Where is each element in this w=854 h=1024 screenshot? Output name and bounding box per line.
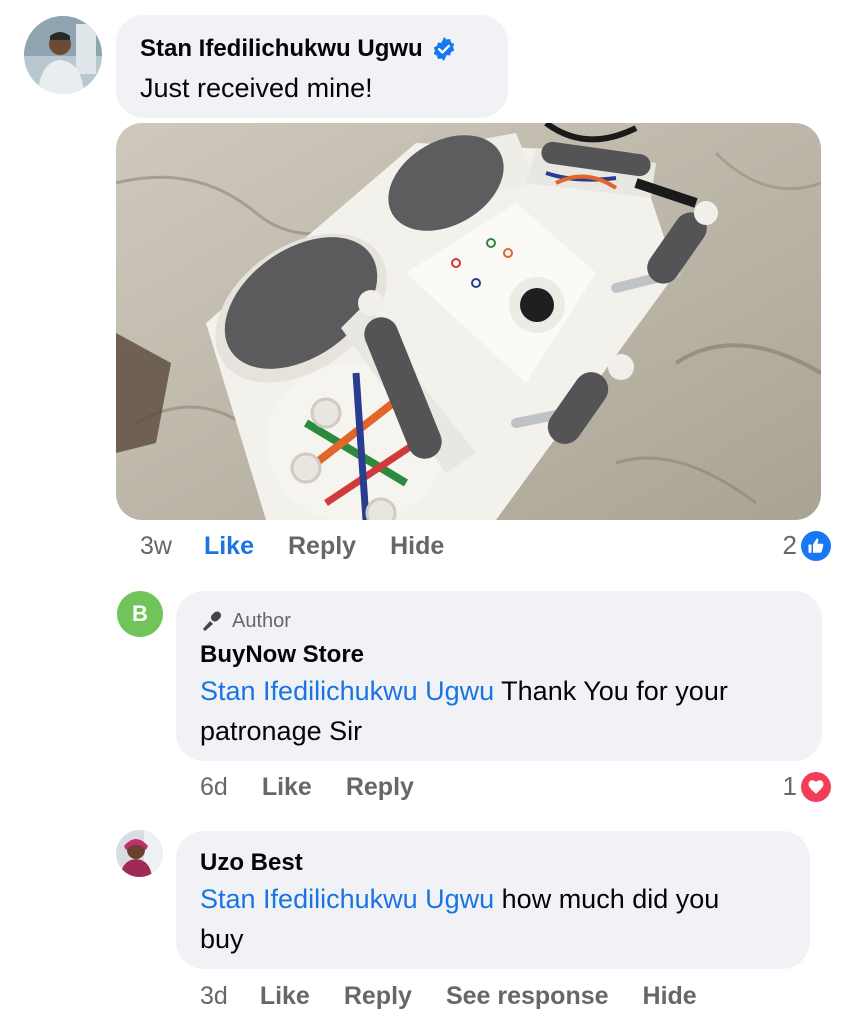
reply-text-line1: Thank You for your	[494, 676, 728, 706]
like-button[interactable]: Like	[204, 532, 254, 561]
reply-bubble: Author BuyNow Store Stan Ifedilichukwu U…	[176, 591, 822, 761]
reply-button[interactable]: Reply	[346, 773, 414, 802]
reaction-count[interactable]: 2	[783, 530, 831, 561]
reply-button[interactable]: Reply	[344, 982, 412, 1011]
reply-text-line2: patronage Sir	[200, 716, 363, 746]
love-reaction-icon	[801, 771, 831, 802]
reply-text-line2: buy	[200, 924, 244, 954]
reply-bubble: Uzo Best Stan Ifedilichukwu Ugwu how muc…	[176, 831, 810, 969]
reaction-count-value: 2	[782, 530, 797, 560]
mention-link[interactable]: Stan Ifedilichukwu Ugwu	[200, 676, 494, 706]
reply-author[interactable]: Uzo Best	[200, 849, 303, 877]
verified-badge-icon	[431, 36, 457, 62]
reply-author[interactable]: BuyNow Store	[200, 641, 364, 669]
comment-actions: 3w Like Reply Hide	[140, 530, 444, 562]
reply-button[interactable]: Reply	[288, 532, 356, 561]
mention-link[interactable]: Stan Ifedilichukwu Ugwu	[200, 884, 494, 914]
reaction-count-value: 1	[782, 771, 797, 801]
reply-time[interactable]: 3d	[200, 982, 228, 1011]
comment-author[interactable]: Stan Ifedilichukwu Ugwu	[140, 35, 423, 63]
like-button[interactable]: Like	[262, 773, 312, 802]
hide-button[interactable]: Hide	[643, 982, 697, 1011]
microphone-icon	[200, 609, 224, 633]
reply-text: Stan Ifedilichukwu Ugwu how much did you…	[200, 879, 800, 959]
comment-bubble: Stan Ifedilichukwu Ugwu Just received mi…	[116, 15, 508, 118]
avatar-stan[interactable]	[24, 16, 102, 94]
comment-text: Just received mine!	[140, 73, 373, 103]
hide-button[interactable]: Hide	[390, 532, 444, 561]
reply-text-line1: how much did you	[494, 884, 720, 914]
author-badge: Author	[200, 609, 291, 633]
avatar-uzo[interactable]	[116, 830, 163, 877]
avatar-buynow[interactable]: B	[117, 591, 163, 637]
reply-time[interactable]: 6d	[200, 773, 228, 802]
comment-time[interactable]: 3w	[140, 532, 172, 561]
like-button[interactable]: Like	[260, 982, 310, 1011]
author-badge-label: Author	[232, 609, 291, 632]
like-reaction-icon	[801, 530, 831, 561]
avatar-letter: B	[132, 601, 148, 626]
reply-actions: 3d Like Reply See response Hide	[200, 980, 697, 1012]
reply-text: Stan Ifedilichukwu Ugwu Thank You for yo…	[200, 671, 810, 751]
see-response-button[interactable]: See response	[446, 982, 609, 1011]
comment-photo[interactable]	[116, 123, 821, 520]
reply-actions: 6d Like Reply	[200, 771, 414, 803]
reaction-count[interactable]: 1	[783, 771, 831, 802]
